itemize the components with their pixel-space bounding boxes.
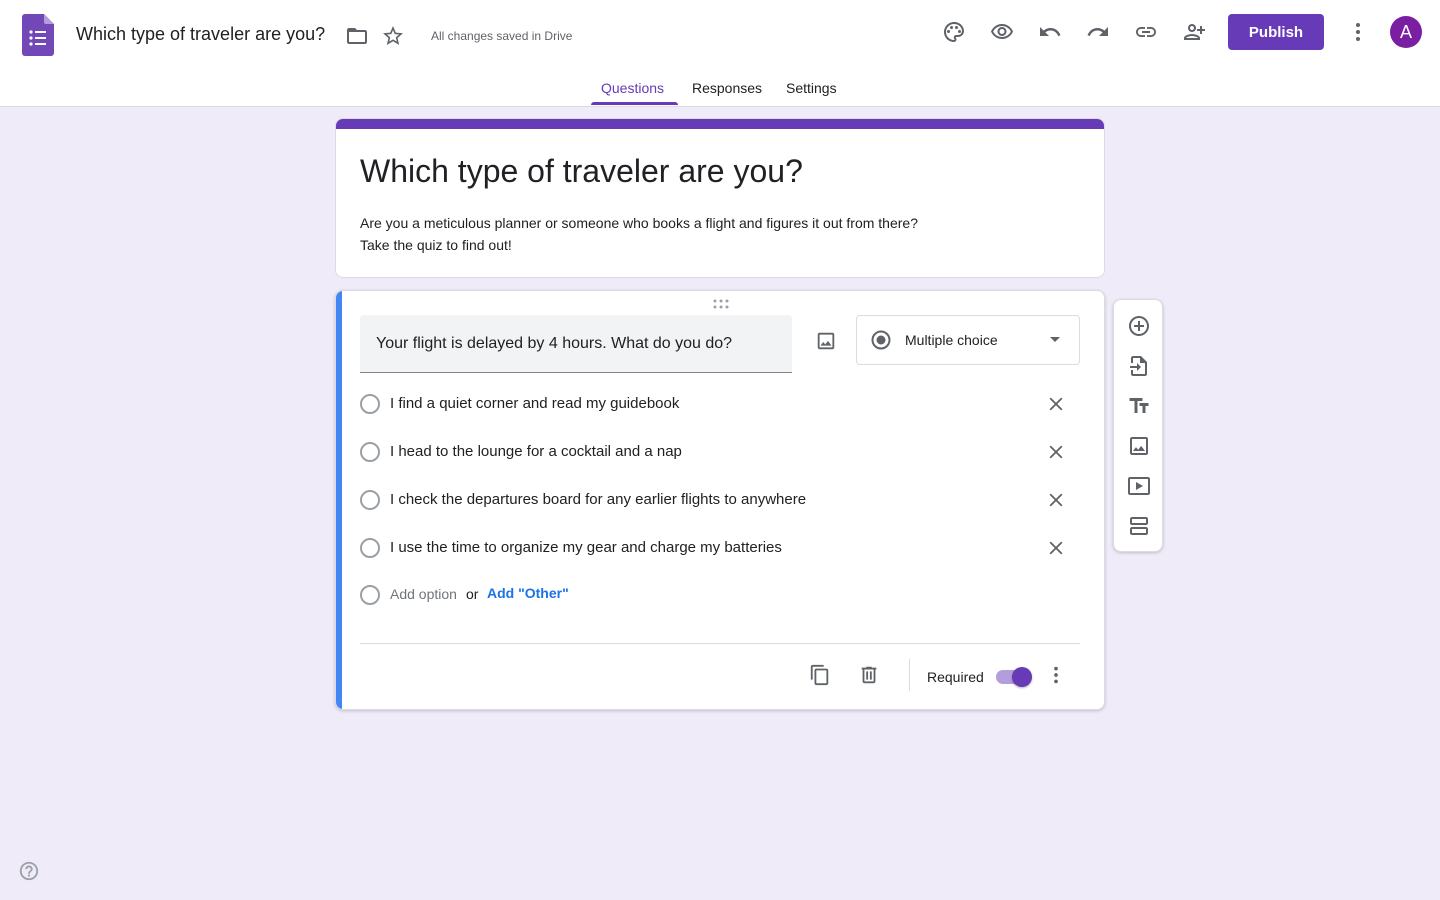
folder-icon[interactable] <box>343 22 371 50</box>
duplicate-icon[interactable] <box>806 661 834 689</box>
help-icon[interactable] <box>18 860 40 882</box>
add-option-row: Add option or Add "Other" <box>360 579 1080 611</box>
close-icon[interactable] <box>1042 486 1070 514</box>
add-option-link[interactable]: Add option <box>390 586 457 602</box>
add-person-icon[interactable] <box>1180 18 1208 46</box>
option-radio <box>360 538 380 558</box>
add-question-icon[interactable] <box>1125 312 1153 340</box>
eye-icon[interactable] <box>988 18 1016 46</box>
undo-icon[interactable] <box>1036 18 1064 46</box>
form-description-line-2: Take the quiz to find out! <box>360 237 512 253</box>
drag-handle-icon[interactable] <box>712 299 730 309</box>
option-text[interactable]: I check the departures board for any ear… <box>390 491 806 508</box>
option-row: I check the departures board for any ear… <box>360 484 1080 516</box>
option-row: I head to the lounge for a cocktail and … <box>360 436 1080 468</box>
toggle-thumb <box>1012 667 1032 687</box>
question-card-accent-bar <box>336 291 342 709</box>
option-radio <box>360 394 380 414</box>
or-text: or <box>466 586 479 602</box>
redo-icon[interactable] <box>1084 18 1112 46</box>
chevron-down-icon <box>1050 337 1060 342</box>
option-radio <box>360 442 380 462</box>
palette-icon[interactable] <box>940 18 968 46</box>
option-row: I find a quiet corner and read my guideb… <box>360 388 1080 420</box>
close-icon[interactable] <box>1042 438 1070 466</box>
add-other-link[interactable]: Add "Other" <box>487 585 569 601</box>
question-text-input[interactable]: Your flight is delayed by 4 hours. What … <box>360 315 792 373</box>
form-title[interactable]: Which type of traveler are you? <box>360 153 803 190</box>
tab-settings[interactable]: Settings <box>786 80 837 96</box>
document-title[interactable]: Which type of traveler are you? <box>76 24 325 45</box>
option-text[interactable]: I find a quiet corner and read my guideb… <box>390 395 679 412</box>
more-vert-icon[interactable] <box>1042 661 1070 689</box>
title-card-accent-bar <box>336 119 1104 129</box>
question-card[interactable]: Your flight is delayed by 4 hours. What … <box>335 290 1105 710</box>
required-label: Required <box>927 669 984 685</box>
form-title-card[interactable]: Which type of traveler are you? Are you … <box>335 118 1105 278</box>
form-description-line-1: Are you a meticulous planner or someone … <box>360 215 918 231</box>
active-tab-indicator <box>591 102 678 105</box>
option-text[interactable]: I use the time to organize my gear and c… <box>390 539 782 556</box>
close-icon[interactable] <box>1042 390 1070 418</box>
star-icon[interactable] <box>379 22 407 50</box>
footer-separator <box>909 659 910 691</box>
radio-button-checked-icon <box>871 330 891 350</box>
tab-bar: Questions Responses Settings <box>0 68 1440 106</box>
add-title-icon[interactable] <box>1125 392 1153 420</box>
question-type-label: Multiple choice <box>905 332 998 348</box>
tab-responses[interactable]: Responses <box>692 80 762 96</box>
forms-logo-icon[interactable] <box>22 14 54 56</box>
required-toggle[interactable] <box>996 667 1032 687</box>
question-type-dropdown[interactable]: Multiple choice <box>856 315 1080 365</box>
add-video-icon[interactable] <box>1125 472 1153 500</box>
add-section-icon[interactable] <box>1125 512 1153 540</box>
option-radio <box>360 585 380 605</box>
more-vert-icon[interactable] <box>1344 18 1372 46</box>
add-image-icon[interactable] <box>1125 432 1153 460</box>
save-status-text: All changes saved in Drive <box>431 29 573 43</box>
import-questions-icon[interactable] <box>1125 352 1153 380</box>
footer-divider <box>360 643 1080 644</box>
form-description[interactable]: Are you a meticulous planner or someone … <box>360 212 1060 256</box>
option-row: I use the time to organize my gear and c… <box>360 532 1080 564</box>
avatar[interactable]: A <box>1390 16 1422 48</box>
add-image-icon[interactable] <box>812 327 840 355</box>
publish-button[interactable]: Publish <box>1228 14 1324 50</box>
option-radio <box>360 490 380 510</box>
close-icon[interactable] <box>1042 534 1070 562</box>
app-header: Which type of traveler are you? All chan… <box>0 0 1440 107</box>
trash-icon[interactable] <box>855 661 883 689</box>
tab-questions[interactable]: Questions <box>601 80 664 96</box>
option-text[interactable]: I head to the lounge for a cocktail and … <box>390 443 682 460</box>
side-toolbar <box>1113 299 1163 552</box>
link-icon[interactable] <box>1132 18 1160 46</box>
